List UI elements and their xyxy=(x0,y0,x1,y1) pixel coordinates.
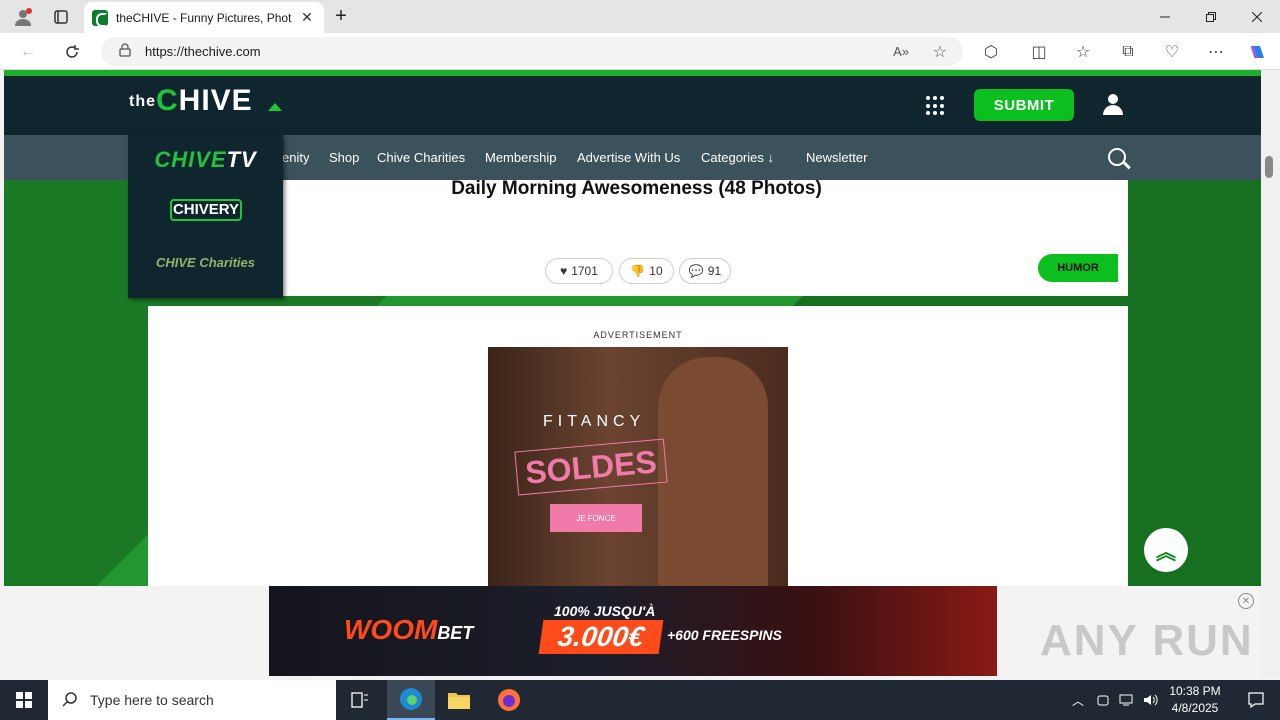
new-tab-button[interactable]: + xyxy=(318,0,364,33)
read-aloud-icon[interactable]: A» xyxy=(893,44,909,59)
system-clock[interactable]: 10:38 PM 4/8/2025 xyxy=(1160,683,1230,717)
fitancy-ad-image[interactable]: FITANCY SOLDES JE FONCE xyxy=(488,347,788,586)
anyrun-watermark: ANY RUN xyxy=(1040,616,1254,665)
file-explorer-icon[interactable] xyxy=(435,680,483,720)
volume-icon[interactable] xyxy=(1140,680,1162,720)
like-count: 1701 xyxy=(571,264,598,278)
scroll-to-top-button[interactable]: ︽ xyxy=(1144,528,1188,572)
category-badge[interactable]: HUMOR xyxy=(1038,254,1118,282)
firefox-icon[interactable] xyxy=(485,680,533,720)
brand-dropdown-menu: CHIVETV CHIVERY CHIVE Charities xyxy=(128,135,283,298)
extensions-icon[interactable]: ⬡ xyxy=(973,33,1009,70)
chevron-up-icon[interactable]: ︿ xyxy=(1066,680,1090,720)
submit-button[interactable]: SUBMIT xyxy=(974,89,1074,121)
nav-item-charities[interactable]: Chive Charities xyxy=(377,150,465,165)
search-icon[interactable] xyxy=(1108,148,1126,166)
comment-count: 91 xyxy=(707,264,722,278)
meet-now-icon[interactable] xyxy=(1092,680,1114,720)
tab-actions-icon[interactable] xyxy=(38,0,84,33)
taskbar-search-placeholder: Type here to search xyxy=(90,692,214,708)
woombet-ad[interactable]: WOOMBET 100% JUSQU'À 3.000€ +600 FREESPI… xyxy=(269,586,997,676)
dislike-button[interactable]: 👎 10 xyxy=(619,258,674,284)
refresh-icon[interactable] xyxy=(54,33,90,70)
logo-text: HIVE xyxy=(178,84,253,117)
scrollbar-thumb[interactable] xyxy=(1265,156,1273,178)
collections-icon[interactable]: ⧉ xyxy=(1110,33,1146,70)
like-button[interactable]: ♥ 1701 xyxy=(545,258,613,284)
nav-item-newsletter[interactable]: Newsletter xyxy=(806,150,867,165)
address-bar: ← https://thechive.com A» ☆ ⬡ ◫ ☆ ⧉ ♡ ⋯ xyxy=(0,33,1280,70)
dropdown-item-chivery[interactable]: CHIVERY xyxy=(170,199,242,221)
restore-icon[interactable] xyxy=(1188,0,1234,33)
chive-favicon-icon xyxy=(92,9,108,27)
task-view-icon[interactable] xyxy=(336,680,384,720)
windows-start-icon[interactable] xyxy=(0,680,48,720)
lock-icon[interactable] xyxy=(119,43,131,60)
notifications-icon[interactable] xyxy=(1232,680,1280,720)
heart-icon: ♥ xyxy=(560,264,568,278)
clock-time: 10:38 PM xyxy=(1169,684,1221,698)
minimize-icon[interactable] xyxy=(1142,0,1188,33)
favorite-star-icon[interactable]: ☆ xyxy=(933,42,947,62)
favorites-icon[interactable]: ☆ xyxy=(1065,33,1101,70)
dropdown-item-chive-tv[interactable]: CHIVETV xyxy=(128,147,283,173)
page-scrollbar[interactable] xyxy=(1261,70,1280,676)
thumbs-down-icon: 👎 xyxy=(630,264,646,278)
ad-cta-button[interactable]: JE FONCE xyxy=(550,504,642,532)
page-viewport: theCHIVE SUBMIT enity Shop Chive Chariti… xyxy=(4,70,1261,586)
bottom-ad-banner: WOOMBET 100% JUSQU'À 3.000€ +600 FREESPI… xyxy=(0,586,1261,676)
back-icon[interactable]: ← xyxy=(10,33,46,70)
search-icon xyxy=(62,691,78,710)
clock-date: 4/8/2025 xyxy=(1171,701,1219,715)
nav-item-shop[interactable]: Shop xyxy=(329,150,359,165)
browser-tab-bar: theCHIVE - Funny Pictures, Phot ✕ + xyxy=(0,0,1280,33)
url-input[interactable]: https://thechive.com A» ☆ xyxy=(101,37,963,66)
arrow-down-icon: ↓ xyxy=(767,150,775,165)
active-tab[interactable]: theCHIVE - Funny Pictures, Phot ✕ xyxy=(84,2,324,33)
tab-title: theCHIVE - Funny Pictures, Phot xyxy=(116,10,292,25)
ad-headline: SOLDES xyxy=(514,438,668,496)
advertisement-label: ADVERTISEMENT xyxy=(593,330,683,340)
woombet-offer-line: 100% JUSQU'À xyxy=(554,603,656,619)
taskbar-search-input[interactable]: Type here to search xyxy=(48,680,336,720)
woombet-amount: 3.000€ xyxy=(538,620,664,654)
chive-logo[interactable]: theCHIVE xyxy=(129,84,253,118)
more-options-icon[interactable]: ⋯ xyxy=(1198,33,1234,70)
close-tab-icon[interactable]: ✕ xyxy=(298,9,316,26)
edge-taskbar-icon[interactable] xyxy=(387,680,435,720)
ad-model-image xyxy=(658,357,768,586)
nav-item-community[interactable]: enity xyxy=(282,150,309,165)
nav-item-categories[interactable]: Categories ↓ xyxy=(701,150,774,165)
split-screen-icon[interactable]: ◫ xyxy=(1021,33,1057,70)
nav-item-advertise[interactable]: Advertise With Us xyxy=(577,150,680,165)
woombet-logo: WOOMBET xyxy=(344,614,474,645)
close-ad-icon[interactable]: ✕ xyxy=(1238,593,1254,609)
close-window-icon[interactable] xyxy=(1234,0,1280,33)
browser-essentials-icon[interactable]: ♡ xyxy=(1154,33,1190,70)
advertisement-card: ADVERTISEMENT FITANCY SOLDES JE FONCE xyxy=(148,306,1128,586)
woombet-freespins: +600 FREESPINS xyxy=(667,627,782,643)
chevron-up-icon[interactable] xyxy=(268,103,282,111)
network-icon[interactable] xyxy=(1116,680,1138,720)
ad-brand: FITANCY xyxy=(543,413,646,430)
comments-button[interactable]: 💬 91 xyxy=(679,258,731,284)
dropdown-item-chive-charities[interactable]: CHIVE Charities xyxy=(128,255,283,270)
copilot-icon[interactable] xyxy=(1240,33,1276,70)
apps-grid-icon[interactable] xyxy=(926,96,946,116)
double-chevron-up-icon: ︽ xyxy=(1156,541,1176,564)
url-text: https://thechive.com xyxy=(145,44,261,59)
user-icon[interactable] xyxy=(1103,94,1123,116)
windows-taskbar: Type here to search ︿ 10:38 PM 4/8/2025 xyxy=(0,680,1280,720)
dislike-count: 10 xyxy=(649,264,663,278)
site-header: theCHIVE SUBMIT xyxy=(4,76,1261,135)
nav-item-membership[interactable]: Membership xyxy=(485,150,557,165)
comment-icon: 💬 xyxy=(688,264,704,278)
